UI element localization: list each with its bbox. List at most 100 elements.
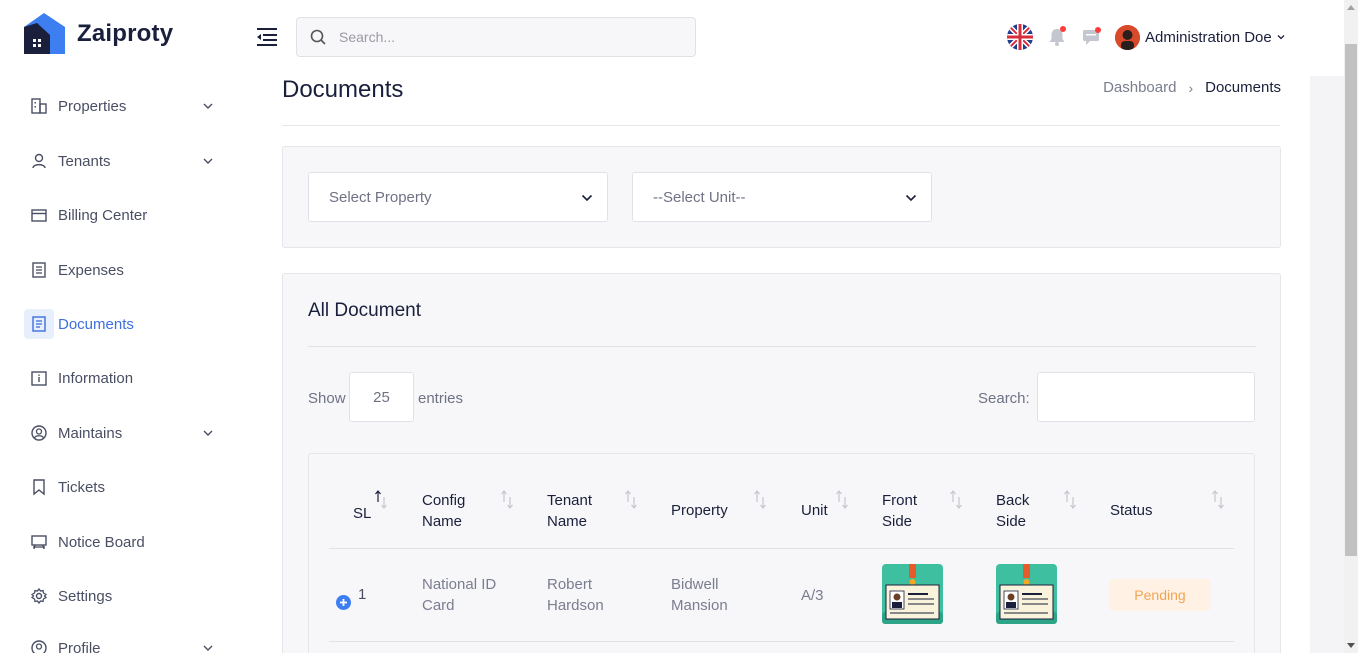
column-header-unit[interactable]: Unit bbox=[801, 500, 828, 521]
unit-select[interactable]: --Select Unit-- bbox=[632, 172, 932, 222]
cell-line: National ID bbox=[422, 576, 497, 593]
search-input[interactable] bbox=[339, 29, 659, 45]
scroll-thumb[interactable] bbox=[1345, 44, 1357, 556]
breadcrumb: Dashboard › Documents bbox=[1103, 79, 1281, 96]
property-select[interactable]: Select Property bbox=[308, 172, 608, 222]
column-header-line: Config bbox=[422, 492, 466, 509]
chevron-down-icon bbox=[203, 158, 213, 164]
cell-line: Bidwell bbox=[671, 576, 719, 593]
entries-label: entries bbox=[418, 390, 464, 407]
column-header-back-side[interactable]: Back Side bbox=[996, 490, 1029, 532]
uk-flag-icon[interactable] bbox=[1007, 24, 1033, 50]
sidebar-item-properties[interactable]: Properties bbox=[24, 90, 224, 122]
chevron-down-icon bbox=[203, 430, 213, 436]
id-card-icon[interactable] bbox=[996, 564, 1057, 624]
expand-row-icon[interactable] bbox=[336, 595, 351, 610]
sidebar-item-tenants[interactable]: Tenants bbox=[24, 145, 224, 177]
column-header-status[interactable]: Status bbox=[1110, 500, 1153, 521]
sidebar-item-settings[interactable]: Settings bbox=[24, 580, 224, 612]
sidebar-item-tickets[interactable]: Tickets bbox=[24, 471, 224, 503]
documents-table: SL Config Name Tenant Name Property Unit… bbox=[308, 453, 1255, 653]
show-label: Show bbox=[308, 390, 346, 407]
chevron-down-icon bbox=[1277, 35, 1285, 40]
main-content: Documents Dashboard › Documents Select P… bbox=[252, 76, 1310, 653]
global-search[interactable] bbox=[296, 17, 696, 57]
breadcrumb-dashboard[interactable]: Dashboard bbox=[1103, 79, 1176, 96]
sort-icon[interactable] bbox=[1062, 489, 1078, 511]
notification-dot bbox=[1060, 26, 1066, 32]
sidebar-item-label: Information bbox=[58, 369, 134, 387]
column-header-front-side[interactable]: Front Side bbox=[882, 490, 917, 532]
column-header-line: Front bbox=[882, 492, 918, 509]
chat-icon[interactable] bbox=[1082, 27, 1102, 47]
app-name[interactable]: Zaiproty bbox=[77, 20, 173, 48]
sort-icon[interactable] bbox=[499, 489, 515, 511]
unit-select-value: --Select Unit-- bbox=[653, 188, 746, 206]
sidebar-item-documents[interactable]: Documents bbox=[24, 308, 224, 340]
sidebar-item-notice-board[interactable]: Notice Board bbox=[24, 526, 224, 558]
bell-icon[interactable] bbox=[1048, 26, 1066, 47]
sidebar-item-label: Profile bbox=[58, 639, 101, 653]
page-scrollbar[interactable] bbox=[1344, 0, 1358, 653]
menu-toggle-icon[interactable] bbox=[257, 27, 279, 47]
search-icon bbox=[310, 29, 326, 45]
cell-sl: 1 bbox=[358, 586, 367, 603]
user-name: Administration Doe bbox=[1145, 28, 1272, 46]
cell-line: Card bbox=[422, 597, 455, 614]
status-badge: Pending bbox=[1110, 579, 1210, 611]
sidebar-item-label: Tenants bbox=[58, 152, 111, 170]
filter-card: Select Property --Select Unit-- bbox=[282, 146, 1281, 248]
table-search-input[interactable] bbox=[1037, 372, 1255, 422]
column-header-config-name[interactable]: Config Name bbox=[422, 490, 465, 532]
cell-property: Bidwell Mansion bbox=[671, 574, 728, 616]
column-header-line: Name bbox=[547, 513, 588, 530]
folder-icon bbox=[24, 200, 54, 230]
cell-tenant-name: Robert Hardson bbox=[547, 574, 604, 616]
scroll-up-icon[interactable] bbox=[1347, 5, 1355, 10]
table-header-divider bbox=[329, 548, 1234, 549]
sidebar-item-label: Expenses bbox=[58, 261, 124, 279]
column-header-line: Back bbox=[996, 492, 1030, 509]
sidebar-item-label: Properties bbox=[58, 97, 127, 115]
property-select-value: Select Property bbox=[329, 188, 432, 206]
logo-icon[interactable] bbox=[24, 13, 65, 54]
column-header-line: Side bbox=[882, 513, 913, 530]
column-header-line: Name bbox=[422, 513, 463, 530]
chevron-down-icon bbox=[905, 194, 917, 202]
sort-icon[interactable] bbox=[752, 489, 768, 511]
sidebar-item-profile[interactable]: Profile bbox=[24, 632, 224, 653]
entries-select[interactable]: 25 bbox=[349, 372, 414, 422]
receipt-icon bbox=[24, 255, 54, 285]
sort-asc-icon[interactable] bbox=[373, 489, 389, 511]
sidebar-item-maintains[interactable]: Maintains bbox=[24, 417, 224, 449]
avatar bbox=[1115, 24, 1140, 50]
page-title: Documents bbox=[282, 76, 404, 103]
user-menu[interactable]: Administration Doe bbox=[1115, 24, 1286, 50]
table-row-divider bbox=[329, 641, 1234, 642]
sidebar-item-billing-center[interactable]: Billing Center bbox=[24, 199, 224, 231]
sidebar-item-expenses[interactable]: Expenses bbox=[24, 254, 224, 286]
sidebar-item-label: Maintains bbox=[58, 424, 123, 442]
sidebar-item-information[interactable]: Information bbox=[24, 362, 224, 394]
column-header-tenant-name[interactable]: Tenant Name bbox=[547, 490, 592, 532]
building-icon bbox=[24, 91, 54, 121]
message-dot bbox=[1095, 27, 1101, 33]
scroll-down-icon[interactable] bbox=[1347, 643, 1355, 648]
column-header-property[interactable]: Property bbox=[671, 500, 728, 521]
cell-config-name: National ID Card bbox=[422, 574, 496, 616]
sort-icon[interactable] bbox=[623, 489, 639, 511]
column-header-sl[interactable]: SL bbox=[353, 503, 371, 524]
info-icon bbox=[24, 363, 54, 393]
sort-icon[interactable] bbox=[948, 489, 964, 511]
user-icon bbox=[24, 146, 54, 176]
sort-icon[interactable] bbox=[1210, 489, 1226, 511]
sidebar-item-label: Tickets bbox=[58, 478, 105, 496]
document-icon bbox=[24, 309, 54, 339]
bookmark-icon bbox=[24, 472, 54, 502]
sidebar-item-label: Documents bbox=[58, 315, 134, 333]
sort-icon[interactable] bbox=[834, 489, 850, 511]
sidebar-item-label: Settings bbox=[58, 587, 113, 605]
id-card-icon[interactable] bbox=[882, 564, 943, 624]
table-search-label: Search: bbox=[978, 390, 1030, 407]
breadcrumb-current: Documents bbox=[1205, 79, 1281, 96]
